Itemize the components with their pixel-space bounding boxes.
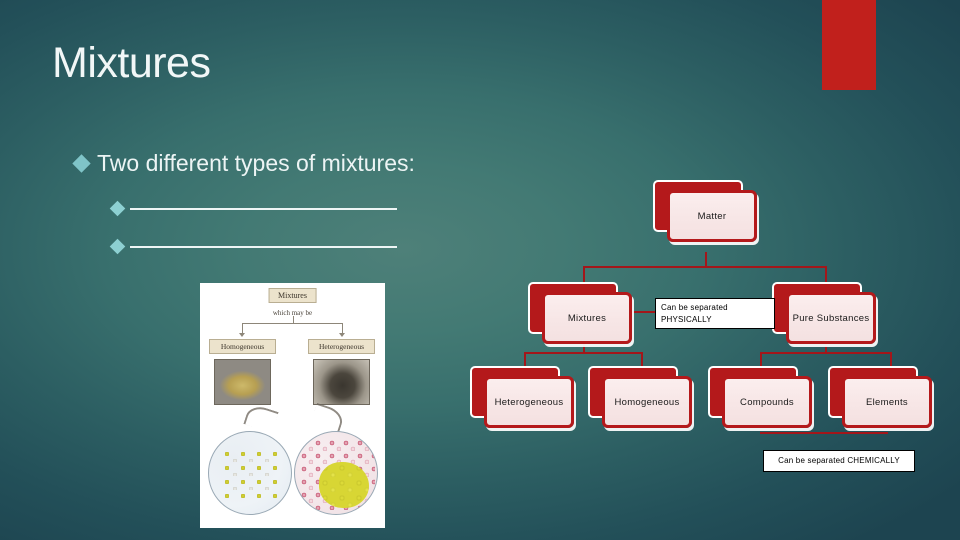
bullet-level1-label: Two different types of mixtures: [97,150,415,176]
node-label: Pure Substances [792,312,870,324]
blank-line [130,246,397,248]
connector [583,266,585,282]
connector [760,352,890,354]
node-front-card: Mixtures [542,292,632,344]
picture-title: Mixtures [268,288,317,303]
page-title: Mixtures [52,39,211,87]
node-label: Heterogeneous [494,396,564,408]
curved-arrow-icon [243,402,279,434]
connector [641,352,643,366]
node-heterogeneous[interactable]: Heterogeneous [470,366,574,428]
photo-homogeneous [214,359,271,405]
node-matter[interactable]: Matter [653,180,757,242]
node-mixtures[interactable]: Mixtures [528,282,632,344]
bullet-level2-blank-2 [109,238,404,255]
node-front-card: Matter [667,190,757,242]
connector-arm [242,323,342,324]
diamond-bullet-icon [72,154,91,173]
connector [890,352,892,366]
molecular-view-homogeneous [208,431,292,515]
molecular-view-heterogeneous [294,431,378,515]
bullet-level2-blank-1 [109,200,404,217]
node-front-card: Heterogeneous [484,376,574,428]
matter-classification-flowchart: Matter Mixtures Pure Substances Heteroge… [460,170,960,490]
connector-chemically [760,432,888,434]
mixtures-diagram-image: Mixtures which may be Homogeneous Hetero… [200,283,385,528]
picture-label-heterogeneous: Heterogeneous [308,339,375,354]
photo-heterogeneous [313,359,370,405]
node-label: Matter [697,210,727,222]
node-front-card: Homogeneous [602,376,692,428]
node-front-card: Pure Substances [786,292,876,344]
curved-arrow-icon [310,402,346,434]
callout-line-1: Can be separated [661,303,728,312]
node-pure-substances[interactable]: Pure Substances [772,282,876,344]
diamond-bullet-icon [109,200,126,217]
diamond-bullet-icon [109,238,126,255]
bullet-level1: Two different types of mixtures: [72,150,415,177]
node-front-card: Elements [842,376,932,428]
particle-lattice [221,448,281,500]
node-front-card: Compounds [722,376,812,428]
accent-bar [822,0,876,90]
connector [583,266,827,268]
blank-line [130,208,397,210]
slide-canvas: Mixtures Two different types of mixtures… [0,0,960,540]
node-label: Compounds [740,396,794,408]
node-elements[interactable]: Elements [828,366,932,428]
callout-line-2: PHYSICALLY [661,314,712,324]
connector [524,352,642,354]
connector [760,352,762,366]
particle-cluster-yellow [319,462,369,508]
node-compounds[interactable]: Compounds [708,366,812,428]
picture-label-homogeneous: Homogeneous [209,339,276,354]
node-label: Mixtures [567,312,607,324]
arrow-down-icon [339,333,345,337]
node-label: Elements [865,396,908,408]
connector [524,352,526,366]
node-homogeneous[interactable]: Homogeneous [588,366,692,428]
callout-separated-chemically: Can be separated CHEMICALLY [763,450,915,472]
connector [825,266,827,282]
callout-line-1: Can be separated CHEMICALLY [778,456,900,465]
arrow-down-icon [239,333,245,337]
callout-separated-physically: Can be separated PHYSICALLY [655,298,775,330]
node-label: Homogeneous [614,396,680,408]
